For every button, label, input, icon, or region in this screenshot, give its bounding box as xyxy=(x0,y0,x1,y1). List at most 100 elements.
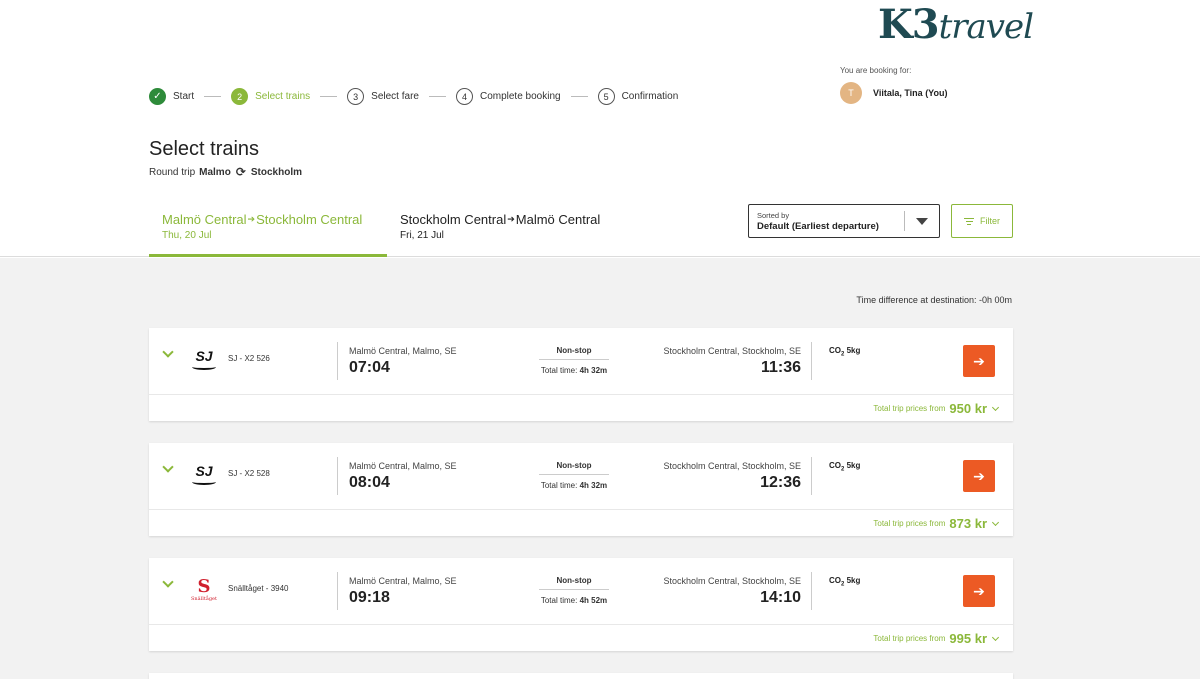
filter-button[interactable]: Filter xyxy=(951,204,1013,238)
avatar: T xyxy=(840,82,862,104)
arrival-station: Stockholm Central, Stockholm, SE xyxy=(663,576,801,586)
step-divider xyxy=(428,96,446,97)
page-title: Select trains xyxy=(149,138,260,160)
price-amount: 950 kr xyxy=(949,401,987,416)
train-name: SJ - X2 528 xyxy=(228,469,270,478)
select-train-button[interactable]: ➔ xyxy=(963,575,995,607)
train-name: SJ - X2 526 xyxy=(228,354,270,363)
co2-emission: CO2 5kg xyxy=(829,346,861,358)
trip-destination: Stockholm xyxy=(250,166,302,178)
traveler-profile[interactable]: T Viitala, Tina (You) xyxy=(840,82,948,104)
total-time: Total time: 4h 32m xyxy=(540,481,608,490)
caret-down-icon xyxy=(916,218,928,225)
step-number: 4 xyxy=(455,88,473,105)
sort-divider xyxy=(904,211,905,231)
select-train-button[interactable]: ➔ xyxy=(963,460,995,492)
departure-station: Malmö Central, Malmo, SE xyxy=(349,576,457,586)
arrival-time: 11:36 xyxy=(760,359,801,376)
arrival-station: Stockholm Central, Stockholm, SE xyxy=(663,346,801,356)
price-amount: 873 kr xyxy=(949,516,987,531)
booking-for-label: You are booking for: xyxy=(840,66,912,75)
price-summary: Total trip prices from 873 kr xyxy=(873,516,1000,531)
filter-label: Filter xyxy=(980,216,1000,226)
arrow-right-icon: ➔ xyxy=(507,214,515,224)
expand-chevron-icon[interactable] xyxy=(162,461,174,473)
divider xyxy=(337,457,338,495)
step-divider xyxy=(320,96,338,97)
step-number: 5 xyxy=(597,88,615,105)
step-start[interactable]: ✓ Start xyxy=(149,88,194,105)
snalltaget-logo-icon: S Snälltåget xyxy=(191,576,217,603)
arrival-station: Stockholm Central, Stockholm, SE xyxy=(663,461,801,471)
train-card: S Snälltåget Snälltåget - 3940 Malmö Cent… xyxy=(149,558,1013,651)
arrival-time: 12:36 xyxy=(760,474,801,491)
round-trip-icon: ⟳ xyxy=(235,165,246,179)
step-select-trains[interactable]: 2 Select trains xyxy=(231,88,310,105)
price-row[interactable]: Total trip prices from 950 kr xyxy=(149,394,1013,421)
time-difference: Time difference at destination: -0h 00m xyxy=(856,295,1012,305)
check-icon: ✓ xyxy=(149,88,166,105)
tab-to: Stockholm Central xyxy=(256,212,363,227)
tab-date: Thu, 20 Jul xyxy=(162,230,212,241)
tab-return[interactable]: Stockholm Central ➔ Malmö Central Fri, 2… xyxy=(387,212,613,257)
arrival-time: 14:10 xyxy=(760,589,801,606)
train-name: Snälltåget - 3940 xyxy=(228,584,289,593)
tab-from: Malmö Central xyxy=(162,212,247,227)
divider xyxy=(811,457,812,495)
departure-time: 07:04 xyxy=(349,359,390,376)
tab-to: Malmö Central xyxy=(515,212,601,227)
trip-description: Round trip Malmo ⟳ Stockholm xyxy=(149,165,302,179)
sj-logo-icon: SJ xyxy=(190,348,218,374)
expand-chevron-icon[interactable] xyxy=(162,576,174,588)
departure-station: Malmö Central, Malmo, SE xyxy=(349,346,457,356)
price-amount: 995 kr xyxy=(949,631,987,646)
filter-icon xyxy=(964,216,974,227)
step-label: Confirmation xyxy=(621,91,679,102)
step-number: 2 xyxy=(231,88,249,105)
trip-type: Round trip xyxy=(149,166,196,178)
departure-station: Malmö Central, Malmo, SE xyxy=(349,461,457,471)
select-train-button[interactable]: ➔ xyxy=(963,345,995,377)
k3travel-logo[interactable]: K3travel xyxy=(878,2,1034,50)
arrow-right-icon: ➔ xyxy=(973,352,985,369)
train-card-partial xyxy=(149,673,1013,679)
step-divider xyxy=(204,96,222,97)
sj-logo-icon: SJ xyxy=(190,463,218,489)
arrow-right-icon: ➔ xyxy=(973,582,985,599)
stops-info: Non-stop xyxy=(539,346,609,360)
stops-info: Non-stop xyxy=(539,576,609,590)
total-time: Total time: 4h 32m xyxy=(540,366,608,375)
trip-origin: Malmo xyxy=(199,166,231,178)
tab-outbound[interactable]: Malmö Central ➔ Stockholm Central Thu, 2… xyxy=(149,212,387,257)
step-label: Select trains xyxy=(255,91,311,102)
step-label: Select fare xyxy=(371,91,419,102)
divider xyxy=(811,342,812,380)
step-complete-booking: 4 Complete booking xyxy=(455,88,561,105)
price-row[interactable]: Total trip prices from 873 kr xyxy=(149,509,1013,536)
departure-time: 09:18 xyxy=(349,589,390,606)
train-card: SJ SJ - X2 528 Malmö Central, Malmo, SE … xyxy=(149,443,1013,536)
co2-emission: CO2 5kg xyxy=(829,576,861,588)
price-summary: Total trip prices from 995 kr xyxy=(873,631,1000,646)
tab-from: Stockholm Central xyxy=(400,212,507,227)
step-label: Complete booking xyxy=(479,91,561,102)
expand-chevron-icon[interactable] xyxy=(162,346,174,358)
price-summary: Total trip prices from 950 kr xyxy=(873,401,1000,416)
stops-info: Non-stop xyxy=(539,461,609,475)
divider xyxy=(811,572,812,610)
train-card: SJ SJ - X2 526 Malmö Central, Malmo, SE … xyxy=(149,328,1013,421)
chevron-down-icon xyxy=(991,403,1000,411)
price-row[interactable]: Total trip prices from 995 kr xyxy=(149,624,1013,651)
traveler-name: Viitala, Tina (You) xyxy=(873,88,948,98)
divider xyxy=(337,572,338,610)
total-time: Total time: 4h 52m xyxy=(540,596,608,605)
co2-emission: CO2 5kg xyxy=(829,461,861,473)
step-divider xyxy=(570,96,588,97)
chevron-down-icon xyxy=(991,633,1000,641)
results-area: Time difference at destination: -0h 00m … xyxy=(0,258,1200,679)
arrow-right-icon: ➔ xyxy=(973,467,985,484)
step-confirmation: 5 Confirmation xyxy=(597,88,679,105)
chevron-down-icon xyxy=(991,518,1000,526)
sort-select[interactable]: Sorted by Default (Earliest departure) xyxy=(748,204,940,238)
step-label: Start xyxy=(173,91,195,102)
